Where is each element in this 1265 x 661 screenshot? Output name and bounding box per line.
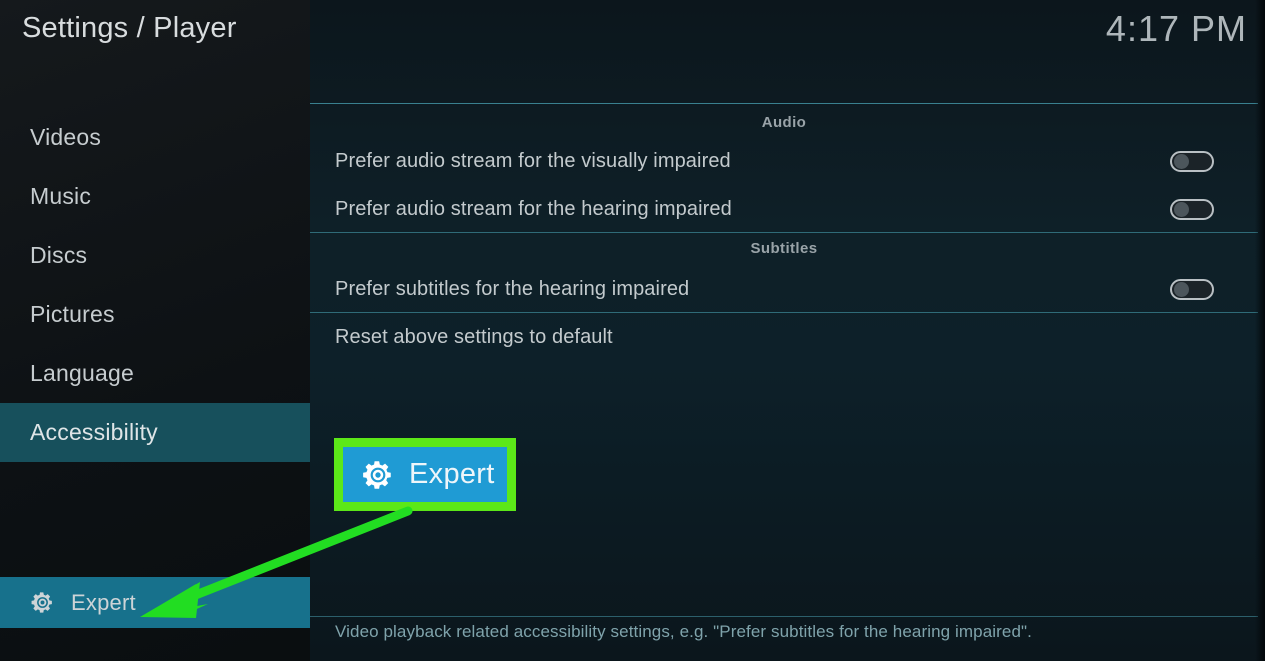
sidebar-item-accessibility[interactable]: Accessibility	[0, 403, 310, 462]
setting-label: Prefer audio stream for the hearing impa…	[335, 197, 732, 220]
divider-reset	[310, 312, 1258, 313]
sidebar-item-videos[interactable]: Videos	[0, 108, 310, 167]
sidebar-item-label: Language	[30, 360, 134, 386]
toggle-prefer-subtitles-hearing-impaired[interactable]	[1170, 278, 1214, 300]
divider-subtitles	[310, 232, 1258, 233]
expert-callout-label: Expert	[409, 458, 495, 490]
expert-button-callout: Expert	[334, 438, 516, 511]
setting-row-prefer-audio-hearing-impaired[interactable]: Prefer audio stream for the hearing impa…	[310, 189, 1258, 229]
setting-label: Prefer subtitles for the hearing impaire…	[335, 277, 690, 300]
gear-icon	[361, 458, 395, 492]
setting-label: Reset above settings to default	[335, 325, 613, 348]
setting-label: Prefer audio stream for the visually imp…	[335, 149, 731, 172]
sidebar-item-label: Music	[30, 183, 92, 209]
sidebar-item-label: Pictures	[30, 301, 115, 327]
clock: 4:17 PM	[1105, 8, 1247, 49]
setting-row-prefer-subtitles-hearing-impaired[interactable]: Prefer subtitles for the hearing impaire…	[310, 269, 1258, 309]
toggle-prefer-audio-hearing-impaired[interactable]	[1170, 198, 1214, 220]
toggle-knob	[1174, 153, 1189, 169]
sidebar-item-label: Videos	[30, 124, 102, 150]
sidebar-item-label: Accessibility	[30, 419, 158, 445]
page-title: Settings / Player	[22, 12, 237, 44]
toggle-prefer-audio-visually-impaired[interactable]	[1170, 150, 1214, 172]
section-header-subtitles: Subtitles	[750, 240, 818, 257]
sidebar: Settings / Player Videos Music Discs Pic…	[0, 0, 310, 661]
setting-row-prefer-audio-visually-impaired[interactable]: Prefer audio stream for the visually imp…	[310, 141, 1258, 181]
gear-icon	[30, 590, 55, 615]
divider-footer	[310, 616, 1258, 617]
sidebar-item-language[interactable]: Language	[0, 344, 310, 403]
sidebar-nav: Videos Music Discs Pictures Language Acc…	[0, 108, 310, 462]
sidebar-item-label: Discs	[30, 242, 88, 268]
toggle-knob	[1174, 281, 1189, 297]
setting-row-reset-to-default[interactable]: Reset above settings to default	[310, 317, 1258, 357]
sidebar-item-discs[interactable]: Discs	[0, 226, 310, 285]
kodi-settings-screen: Settings / Player Videos Music Discs Pic…	[0, 0, 1265, 661]
section-header-audio: Audio	[761, 114, 807, 131]
sidebar-item-pictures[interactable]: Pictures	[0, 285, 310, 344]
toggle-knob	[1174, 201, 1189, 217]
divider-top	[310, 103, 1258, 104]
sidebar-expert-label: Expert	[71, 589, 136, 615]
settings-content: 4:17 PM Audio Prefer audio stream for th…	[310, 0, 1265, 661]
expert-button-callout-inner[interactable]: Expert	[343, 447, 507, 502]
sidebar-item-music[interactable]: Music	[0, 167, 310, 226]
footer-help-text: Video playback related accessibility set…	[335, 622, 1032, 641]
sidebar-expert-button[interactable]: Expert	[0, 577, 310, 628]
